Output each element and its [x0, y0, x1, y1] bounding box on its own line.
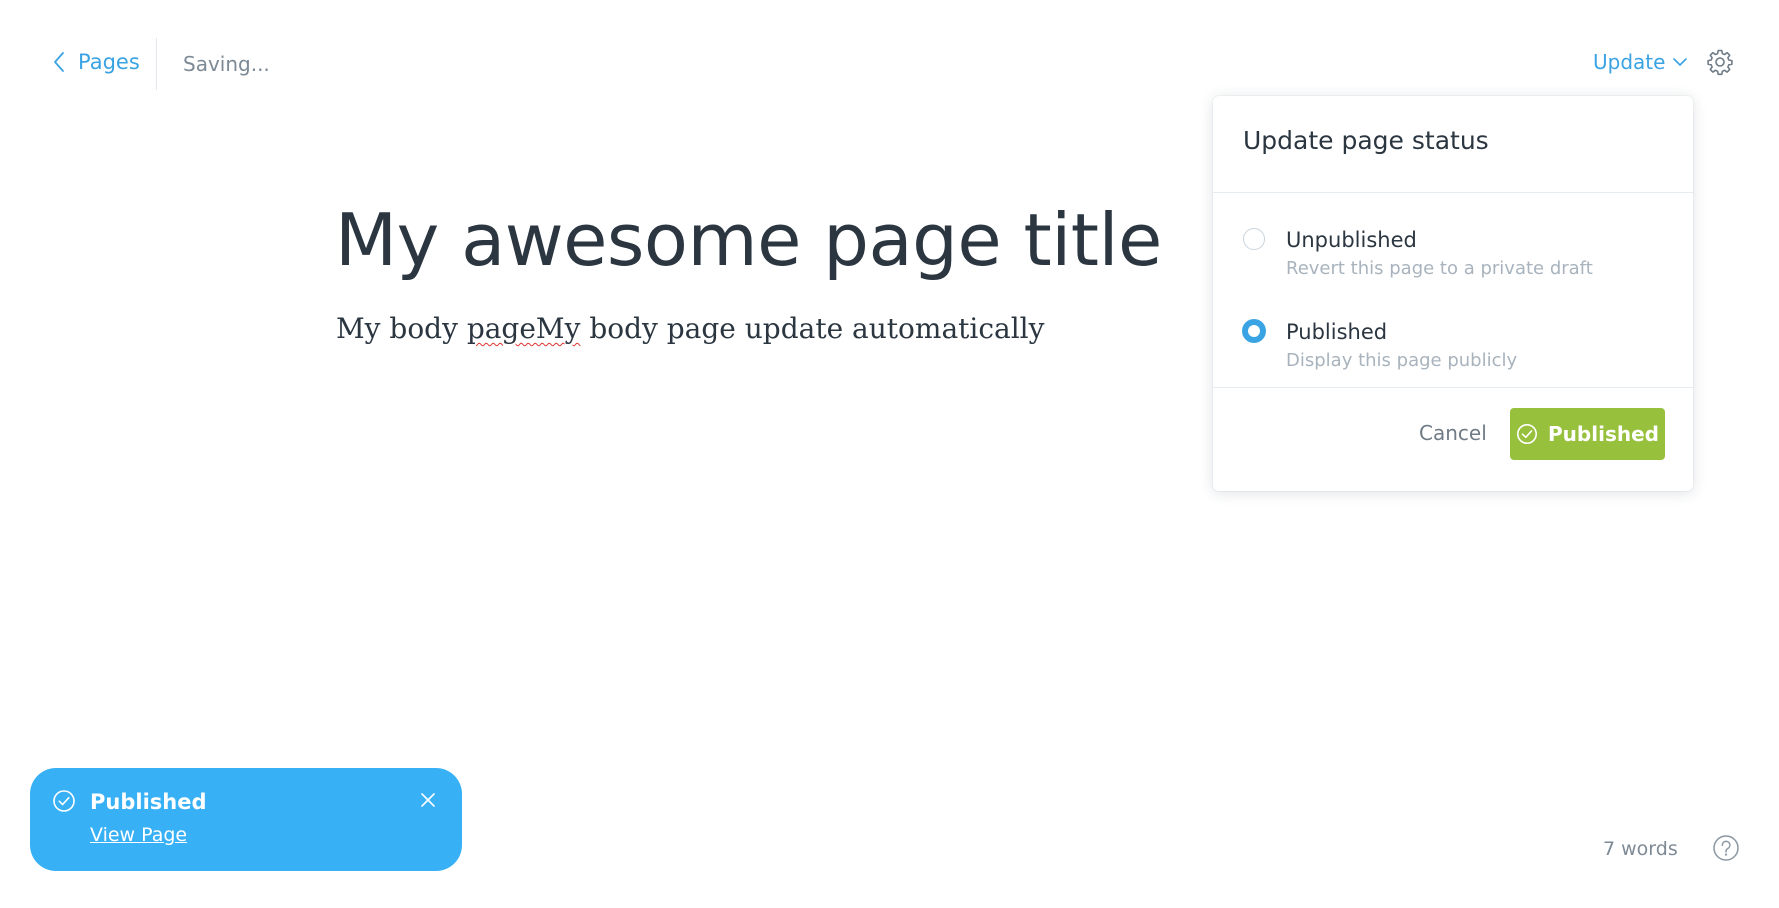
- body-text-end: body page update automatically: [580, 312, 1045, 345]
- option-description: Revert this page to a private draft: [1286, 258, 1593, 279]
- popover-title: Update page status: [1243, 126, 1489, 155]
- page-body[interactable]: My body pageMy body page update automati…: [336, 312, 1044, 345]
- status-option-unpublished[interactable]: Unpublished Revert this page to a privat…: [1213, 228, 1693, 298]
- popover-divider: [1213, 387, 1693, 388]
- popover-divider: [1213, 192, 1693, 193]
- status-option-published[interactable]: Published Display this page publicly: [1213, 320, 1693, 390]
- option-description: Display this page publicly: [1286, 350, 1518, 371]
- saving-status: Saving...: [183, 52, 270, 76]
- update-status-popover: Update page status Unpublished Revert th…: [1213, 96, 1693, 491]
- check-circle-icon: [1517, 424, 1538, 444]
- chevron-left-icon: [54, 52, 64, 72]
- published-radio[interactable]: [1243, 320, 1265, 342]
- page-title[interactable]: My awesome page title: [335, 198, 1162, 282]
- option-label: Published: [1286, 320, 1388, 344]
- editor-app: Pages Saving... Update My awesome page t…: [0, 0, 1779, 908]
- question-circle-icon[interactable]: [1712, 834, 1740, 862]
- gear-icon[interactable]: [1706, 48, 1734, 76]
- cancel-button[interactable]: Cancel: [1419, 421, 1487, 445]
- close-icon[interactable]: [420, 792, 436, 808]
- confirm-button-label: Published: [1548, 422, 1659, 446]
- update-button[interactable]: Update: [1593, 50, 1688, 74]
- published-toast: Published View Page: [30, 768, 462, 871]
- update-button-label: Update: [1593, 50, 1666, 74]
- unpublished-radio[interactable]: [1243, 228, 1265, 250]
- misspelled-word: pageMy: [466, 312, 581, 345]
- word-count: 7 words: [1603, 838, 1678, 860]
- published-confirm-button[interactable]: Published: [1510, 408, 1665, 460]
- back-to-pages-link[interactable]: Pages: [52, 50, 140, 74]
- back-link-label: Pages: [78, 50, 140, 74]
- check-circle-icon: [53, 790, 75, 812]
- option-label: Unpublished: [1286, 228, 1417, 252]
- body-text-start: My body: [336, 312, 467, 345]
- toast-title: Published: [90, 790, 207, 814]
- topbar-divider: [156, 38, 157, 90]
- view-page-link[interactable]: View Page: [90, 824, 187, 846]
- chevron-down-icon: [1673, 58, 1688, 66]
